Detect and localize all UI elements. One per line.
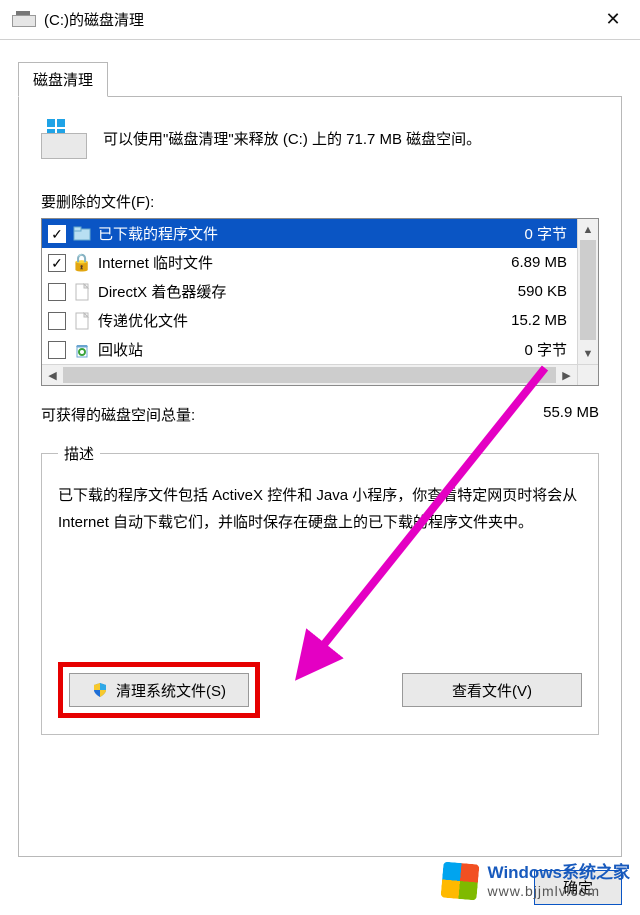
description-legend: 描述 [58, 443, 100, 464]
scroll-up-button[interactable]: ▲ [578, 219, 598, 240]
file-icon [72, 311, 92, 331]
total-space-value: 55.9 MB [504, 404, 599, 425]
file-icon [72, 282, 92, 302]
horizontal-scrollbar[interactable]: ◀ ▶ [42, 364, 577, 385]
list-item-size: 0 字节 [472, 339, 567, 360]
drive-icon [12, 12, 34, 28]
disk-cleanup-icon [41, 117, 87, 163]
recycle-icon [72, 340, 92, 360]
list-item-size: 0 字节 [472, 223, 567, 244]
view-files-button[interactable]: 查看文件(V) [402, 673, 582, 707]
files-to-delete-label: 要删除的文件(F): [41, 191, 599, 212]
list-item[interactable]: 🔒 Internet 临时文件 6.89 MB [42, 248, 577, 277]
tab-label: 磁盘清理 [33, 72, 93, 89]
checkbox[interactable] [48, 341, 66, 359]
scrollbar-corner [577, 364, 598, 385]
total-space-label: 可获得的磁盘空间总量: [41, 404, 504, 425]
list-item[interactable]: 已下载的程序文件 0 字节 [42, 219, 577, 248]
folder-icon [72, 224, 92, 244]
list-item-size: 15.2 MB [472, 312, 567, 329]
description-buttons: 清理系统文件(S) 查看文件(V) [58, 662, 582, 718]
scroll-down-button[interactable]: ▼ [578, 343, 598, 364]
close-button[interactable]: ✕ [590, 1, 636, 39]
checkbox[interactable] [48, 312, 66, 330]
annotation-highlight-box: 清理系统文件(S) [58, 662, 260, 718]
watermark-logo-icon [442, 863, 478, 899]
lock-icon: 🔒 [72, 253, 92, 273]
list-item[interactable]: DirectX 着色器缓存 590 KB [42, 277, 577, 306]
view-files-label: 查看文件(V) [452, 680, 532, 701]
files-listbox[interactable]: 已下载的程序文件 0 字节 🔒 Internet 临时文件 6.89 MB DirectX… [41, 218, 599, 386]
window-title: (C:)的磁盘清理 [44, 9, 590, 30]
tab-panel: 可以使用"磁盘清理"来释放 (C:) 上的 71.7 MB 磁盘空间。 要删除的… [18, 97, 622, 857]
description-group: 描述 已下载的程序文件包括 ActiveX 控件和 Java 小程序，你查看特定… [41, 443, 599, 735]
list-item-name: DirectX 着色器缓存 [98, 281, 466, 302]
tab-strip: 磁盘清理 [0, 62, 640, 97]
list-item-name: 已下载的程序文件 [98, 223, 466, 244]
shield-icon [92, 682, 108, 698]
list-item-name: 回收站 [98, 339, 466, 360]
vertical-scroll-thumb[interactable] [580, 240, 596, 340]
list-item-size: 590 KB [472, 283, 567, 300]
list-item-size: 6.89 MB [472, 254, 567, 271]
checkbox[interactable] [48, 283, 66, 301]
list-item-name: 传递优化文件 [98, 310, 466, 331]
list-item[interactable]: 回收站 0 字节 [42, 335, 577, 364]
watermark-line2: www.bjjmlv.com [488, 883, 630, 899]
clean-system-files-label: 清理系统文件(S) [116, 680, 226, 701]
tab-disk-cleanup[interactable]: 磁盘清理 [18, 62, 108, 97]
horizontal-scroll-thumb[interactable] [63, 367, 556, 383]
intro-text: 可以使用"磁盘清理"来释放 (C:) 上的 71.7 MB 磁盘空间。 [103, 128, 481, 152]
watermark-line1: Windows系统之家 [488, 863, 630, 883]
list-item[interactable]: 传递优化文件 15.2 MB [42, 306, 577, 335]
watermark: Windows系统之家 www.bjjmlv.com [432, 859, 640, 903]
titlebar: (C:)的磁盘清理 ✕ [0, 0, 640, 40]
checkbox[interactable] [48, 225, 66, 243]
scroll-left-button[interactable]: ◀ [42, 365, 63, 386]
intro-row: 可以使用"磁盘清理"来释放 (C:) 上的 71.7 MB 磁盘空间。 [41, 117, 599, 163]
total-space-row: 可获得的磁盘空间总量: 55.9 MB [41, 404, 599, 425]
close-icon: ✕ [605, 9, 620, 30]
clean-system-files-button[interactable]: 清理系统文件(S) [69, 673, 249, 707]
description-text: 已下载的程序文件包括 ActiveX 控件和 Java 小程序，你查看特定网页时… [58, 482, 582, 536]
list-item-name: Internet 临时文件 [98, 252, 466, 273]
checkbox[interactable] [48, 254, 66, 272]
scroll-right-button[interactable]: ▶ [556, 365, 577, 386]
vertical-scrollbar[interactable]: ▲ ▼ [577, 219, 598, 364]
